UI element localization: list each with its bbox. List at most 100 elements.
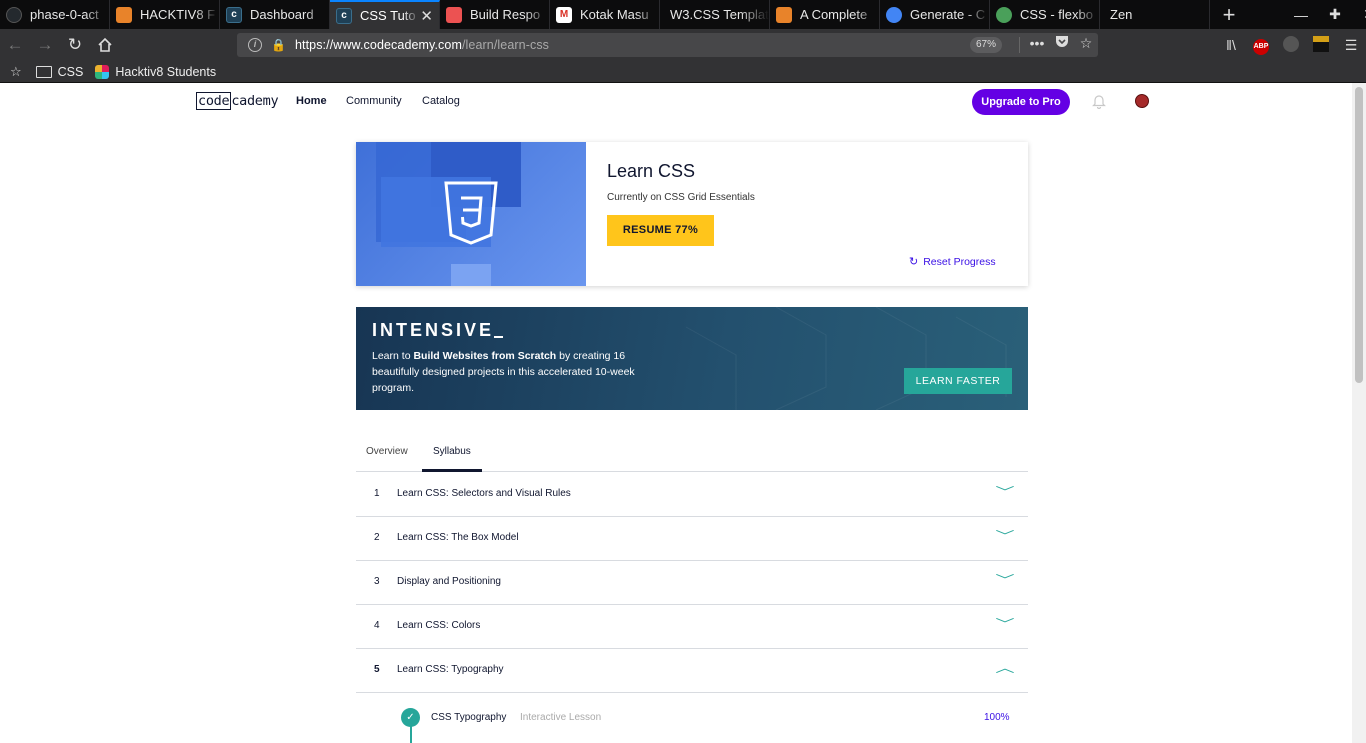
browser-tab-label: W3.CSS Templat <box>670 7 769 22</box>
nav-catalog[interactable]: Catalog <box>422 95 460 107</box>
syllabus-title: Display and Positioning <box>397 576 501 587</box>
chevron-down-icon[interactable]: ﹀ <box>995 571 1014 588</box>
course-title: Learn CSS <box>607 161 696 181</box>
lesson-item[interactable]: ✓ CSS Typography Interactive Lesson 100% <box>356 705 1028 743</box>
browser-tab[interactable]: M Kotak Masu <box>550 0 660 29</box>
page-scrollbar[interactable] <box>1352 83 1366 743</box>
lesson-title[interactable]: CSS Typography <box>431 712 506 723</box>
active-tab-indicator <box>422 469 482 472</box>
syllabus-row[interactable]: 5 Learn CSS: Typography ︿ <box>356 649 1028 693</box>
upgrade-to-pro-button[interactable]: Upgrade to Pro <box>972 89 1070 115</box>
syllabus-title: Learn CSS: Selectors and Visual Rules <box>397 488 571 499</box>
extension-icon[interactable] <box>1276 35 1306 55</box>
new-tab-icon[interactable]: + <box>1214 2 1244 28</box>
browser-tab[interactable]: c CSS Tuto ✕ <box>330 0 440 29</box>
back-arrow-icon[interactable]: ← <box>0 31 30 59</box>
url-bar[interactable]: i 🔒 https://www.codecademy.com/learn/lea… <box>237 33 1098 57</box>
minimize-icon[interactable]: — <box>1284 7 1318 23</box>
scrollbar-thumb[interactable] <box>1355 87 1363 383</box>
bookmarks-bar: ☆ CSS Hacktiv8 Students <box>0 61 1366 83</box>
library-icon[interactable]: ‖\ <box>1216 37 1246 53</box>
browser-tab-label: Dashboard <box>250 7 314 22</box>
learn-faster-button[interactable]: LEARN FASTER <box>904 368 1012 394</box>
chevron-down-icon[interactable]: ﹀ <box>995 527 1014 544</box>
browser-tab-label: CSS Tuto <box>360 8 416 23</box>
browser-nav-bar: ← → ↻ i 🔒 https://www.codecademy.com/lea… <box>0 29 1366 61</box>
browser-tab[interactable]: Zen <box>1100 0 1210 29</box>
chevron-down-icon[interactable]: ﹀ <box>995 615 1014 632</box>
info-icon[interactable]: i <box>248 38 262 52</box>
browser-tab-label: Generate - C <box>910 7 986 22</box>
folder-icon <box>35 65 52 78</box>
resume-button[interactable]: RESUME 77% <box>607 215 714 246</box>
zoom-indicator[interactable]: 67% <box>970 37 1003 53</box>
bookmark-hacktiv8[interactable]: Hacktiv8 Students <box>95 64 217 79</box>
window-close-icon[interactable]: ✕ <box>1352 6 1366 23</box>
syllabus-row[interactable]: 1 Learn CSS: Selectors and Visual Rules ﹀ <box>356 473 1028 517</box>
browser-tab[interactable]: Generate - C <box>880 0 990 29</box>
github-icon <box>6 6 22 23</box>
url-text[interactable]: https://www.codecademy.com/learn/learn-c… <box>295 38 549 52</box>
browser-tab-label: Zen <box>1110 7 1133 22</box>
syllabus-row[interactable]: 3 Display and Positioning ﹀ <box>356 561 1028 605</box>
browser-tab-label: CSS - flexbo <box>1020 7 1093 22</box>
browser-tab[interactable]: CSS - flexbo <box>990 0 1100 29</box>
css3-shield-icon <box>444 181 498 245</box>
reload-icon[interactable]: ↻ <box>60 31 90 59</box>
intensive-banner: INTENSIVE Learn to Build Websites from S… <box>356 307 1028 410</box>
lesson-progress: 100% <box>984 712 1010 723</box>
tab-syllabus[interactable]: Syllabus <box>433 446 471 457</box>
syllabus-number: 1 <box>374 488 380 499</box>
syllabus-number: 4 <box>374 620 380 631</box>
tab-overview[interactable]: Overview <box>366 446 408 457</box>
pocket-icon[interactable] <box>1052 35 1072 51</box>
browser-tab[interactable]: HACKTIV8 F <box>110 0 220 29</box>
syllabus-row[interactable]: 4 Learn CSS: Colors ﹀ <box>356 605 1028 649</box>
browser-tab-label: Build Respo <box>470 7 541 22</box>
browser-tab-label: Kotak Masu <box>580 7 649 22</box>
hamburger-menu-icon[interactable]: ☰ <box>1336 37 1366 54</box>
nav-community[interactable]: Community <box>346 95 402 107</box>
browser-tab-bar: phase-0-act HACKTIV8 F c Dashboard c CSS Tuto… <box>0 0 1366 29</box>
close-tab-icon[interactable]: ✕ <box>420 7 433 25</box>
bell-icon[interactable] <box>1092 93 1106 110</box>
hacktiv8-icon <box>116 6 132 23</box>
course-tabs: Overview Syllabus <box>356 435 1028 472</box>
home-icon[interactable] <box>90 31 120 59</box>
chevron-up-icon[interactable]: ︿ <box>995 659 1014 676</box>
page-content: code cademy Home Community Catalog Upgrad… <box>0 83 1352 743</box>
bookmark-label: Hacktiv8 Students <box>115 64 217 79</box>
star-bookmark-icon[interactable]: ☆ <box>1076 35 1096 52</box>
browser-tab-label: HACKTIV8 F <box>140 7 216 22</box>
csstricks-icon <box>776 6 792 23</box>
intensive-description: Learn to Build Websites from Scratch by … <box>372 350 635 394</box>
url-divider <box>1019 37 1020 53</box>
udemy-icon <box>446 6 462 23</box>
bookmarks-menu-icon[interactable]: ☆ <box>10 64 28 80</box>
browser-tab[interactable]: A Complete <box>770 0 880 29</box>
gmail-icon: M <box>556 6 572 23</box>
syllabus-title: Learn CSS: Typography <box>397 664 504 675</box>
page-actions-icon[interactable]: ••• <box>1027 35 1047 51</box>
check-icon: ✓ <box>401 708 420 727</box>
chevron-down-icon[interactable]: ﹀ <box>995 483 1014 500</box>
bookmark-css-folder[interactable]: CSS <box>35 65 83 79</box>
refresh-icon: ↻ <box>909 256 919 268</box>
syllabus-title: Learn CSS: Colors <box>397 620 481 631</box>
nav-home[interactable]: Home <box>296 95 327 107</box>
browser-tab[interactable]: W3.CSS Templat <box>660 0 770 29</box>
adblock-icon[interactable]: ABP <box>1246 35 1276 55</box>
globe-icon <box>996 6 1012 23</box>
syllabus-number: 5 <box>374 664 380 675</box>
reset-progress-link[interactable]: ↻ Reset Progress <box>909 255 996 268</box>
codecademy-logo[interactable]: code cademy <box>196 92 279 110</box>
avatar[interactable] <box>1135 94 1149 108</box>
browser-tab[interactable]: c Dashboard <box>220 0 330 29</box>
forward-arrow-icon[interactable]: → <box>30 31 60 59</box>
browser-tab-label: A Complete <box>800 7 868 22</box>
ninja-extension-icon[interactable] <box>1306 35 1336 55</box>
syllabus-row[interactable]: 2 Learn CSS: The Box Model ﹀ <box>356 517 1028 561</box>
maximize-icon[interactable]: ✚ <box>1318 6 1352 23</box>
browser-tab[interactable]: phase-0-act <box>0 0 110 29</box>
browser-tab[interactable]: Build Respo <box>440 0 550 29</box>
